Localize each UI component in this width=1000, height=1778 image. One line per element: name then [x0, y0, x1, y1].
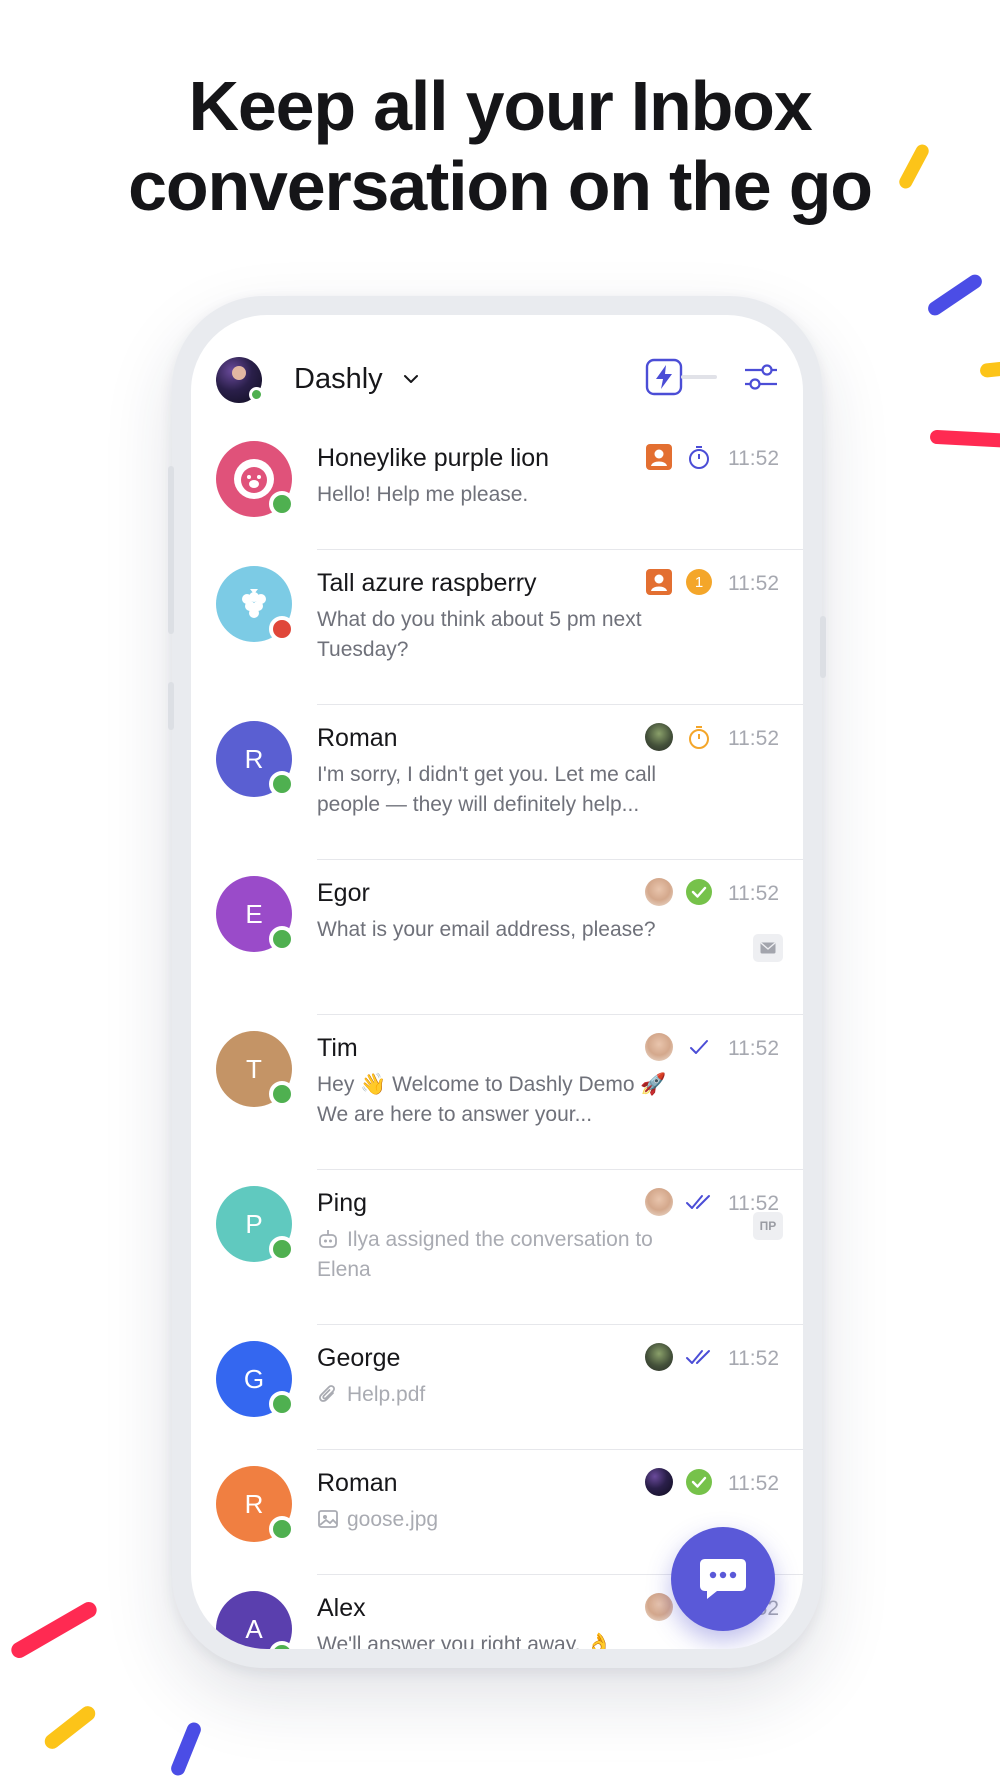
- operator-avatar: [645, 1468, 673, 1496]
- channel-badge: ПР: [753, 1212, 783, 1240]
- conversation-row[interactable]: G George Help.pdf 11:52: [191, 1325, 803, 1450]
- decor-stroke-yellow-right: [979, 359, 1000, 379]
- operator-avatar: [645, 1188, 673, 1216]
- raspberry-icon: [242, 589, 266, 618]
- chevron-down-icon[interactable]: [399, 367, 423, 391]
- conversation-row[interactable]: Tall azure raspberry What do you think a…: [191, 550, 803, 705]
- last-message: What is your email address, please?: [317, 918, 656, 941]
- message-time: 11:52: [728, 447, 779, 470]
- last-message: Hey 👋 Welcome to Dashly Demo 🚀 We are he…: [317, 1073, 667, 1126]
- offline-status-dot: [269, 616, 295, 642]
- auto-assign-toggle-track[interactable]: [681, 375, 717, 379]
- operator-avatar: [645, 878, 673, 906]
- headline-line-2: conversation on the go: [128, 147, 873, 225]
- online-status-dot: [269, 491, 295, 517]
- conversation-row[interactable]: P Ping Ilya assigned the conversation to…: [191, 1170, 803, 1325]
- online-status-dot: [269, 1391, 295, 1417]
- check-circle-icon: [686, 879, 712, 905]
- message-time: 11:52: [728, 882, 779, 905]
- paperclip-icon: [319, 1385, 335, 1402]
- last-message: Hello! Help me please.: [317, 483, 529, 506]
- new-chat-button[interactable]: [671, 1527, 775, 1631]
- contact-name: Roman: [317, 724, 398, 752]
- decor-stroke-blue-right: [925, 271, 985, 319]
- last-message: Ilya assigned the conversation to Elena: [317, 1225, 697, 1285]
- message-time: 11:52: [728, 1037, 779, 1060]
- robot-icon: [319, 1230, 337, 1248]
- conversation-row[interactable]: Honeylike purple lion Hello! Help me ple…: [191, 425, 803, 550]
- online-status-dot: [269, 1236, 295, 1262]
- online-status-dot: [269, 1516, 295, 1542]
- message-time: 11:52: [728, 727, 779, 750]
- last-message: What do you think about 5 pm next Tuesda…: [317, 608, 642, 661]
- contact-name: Alex: [317, 1594, 366, 1622]
- phone-frame: Dashly Honeylike purple lion Hello! Help…: [168, 296, 826, 1668]
- last-message: We'll answer you right away. 👌: [317, 1633, 613, 1649]
- decor-stroke-red-right: [929, 429, 1000, 449]
- conversation-row[interactable]: R Roman I'm sorry, I didn't get you. Let…: [191, 705, 803, 860]
- contact-name: Roman: [317, 1469, 398, 1497]
- online-status-dot: [269, 1081, 295, 1107]
- contact-name: Egor: [317, 879, 370, 907]
- contact-name: Tall azure raspberry: [317, 569, 537, 597]
- online-status-dot: [269, 771, 295, 797]
- decor-stroke-red-left: [8, 1599, 100, 1661]
- message-time: 11:52: [728, 572, 779, 595]
- my-online-status: [249, 387, 264, 402]
- counter-badge-icon: 1: [686, 569, 712, 595]
- online-status-dot: [269, 926, 295, 952]
- headline-line-1: Keep all your Inbox: [188, 67, 813, 145]
- headline: Keep all your Inbox conversation on the …: [0, 66, 1000, 226]
- decor-stroke-yellow-left: [41, 1703, 99, 1752]
- message-time: 11:52: [728, 1472, 779, 1495]
- image-icon: [318, 1510, 338, 1528]
- contact-name: Tim: [317, 1034, 358, 1062]
- double-check-icon: [686, 1195, 710, 1209]
- single-check-icon: [690, 1040, 708, 1054]
- user-card-icon: [646, 444, 672, 470]
- decor-stroke-blue-bottom: [169, 1720, 203, 1778]
- message-time: 11:52: [728, 1347, 779, 1370]
- phone-side-button-2: [168, 682, 174, 730]
- counter-badge-value: 1: [695, 574, 703, 591]
- contact-name: Honeylike purple lion: [317, 444, 550, 472]
- last-message: Help.pdf: [317, 1380, 697, 1410]
- last-message-text: goose.jpg: [347, 1508, 439, 1531]
- sliders-icon[interactable]: [743, 361, 779, 393]
- app-screen: Dashly Honeylike purple lion Hello! Help…: [191, 315, 803, 1649]
- conversation-row[interactable]: E Egor What is your email address, pleas…: [191, 860, 803, 1015]
- contact-name: Ping: [317, 1189, 368, 1217]
- lion-icon: [234, 459, 274, 499]
- stopwatch-icon: [689, 446, 709, 469]
- workspace-name[interactable]: Dashly: [294, 363, 383, 396]
- operator-avatar: [645, 1033, 673, 1061]
- conversation-row[interactable]: T Tim Hey 👋 Welcome to Dashly Demo 🚀 We …: [191, 1015, 803, 1170]
- check-circle-icon: [686, 1469, 712, 1495]
- stopwatch-warning-icon: [689, 726, 709, 749]
- last-message: goose.jpg: [317, 1505, 697, 1535]
- double-check-icon: [686, 1350, 710, 1364]
- last-message-text: Ilya assigned the conversation to Elena: [317, 1228, 653, 1281]
- operator-avatar: [645, 1593, 673, 1621]
- operator-avatar: [645, 1343, 673, 1371]
- last-message: I'm sorry, I didn't get you. Let me call…: [317, 763, 657, 816]
- conversation-list: Honeylike purple lion Hello! Help me ple…: [191, 425, 803, 1649]
- email-icon: [753, 934, 783, 962]
- contact-name: George: [317, 1344, 401, 1372]
- phone-side-button: [168, 466, 174, 634]
- phone-power-button: [820, 616, 826, 678]
- lightning-icon[interactable]: [645, 358, 683, 396]
- user-card-icon: [646, 569, 672, 595]
- operator-avatar: [645, 723, 673, 751]
- app-header: Dashly: [191, 315, 803, 425]
- last-message-text: Help.pdf: [347, 1383, 426, 1406]
- chat-bubble-icon: [700, 1559, 746, 1599]
